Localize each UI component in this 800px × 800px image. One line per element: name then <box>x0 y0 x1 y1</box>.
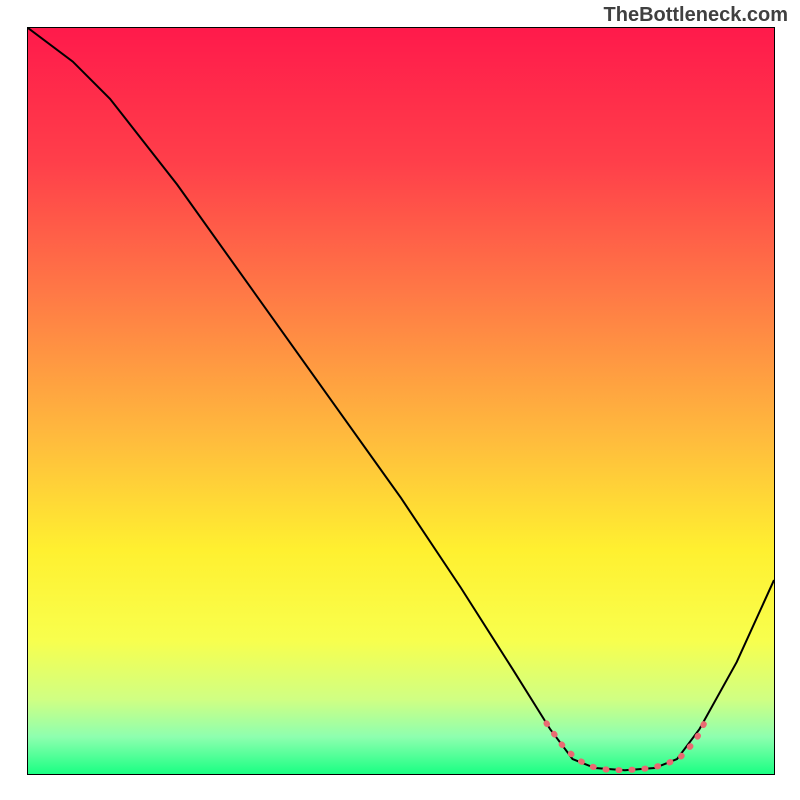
gradient-background <box>28 28 774 774</box>
watermark-text: TheBottleneck.com <box>604 4 788 27</box>
chart-svg <box>28 28 774 774</box>
chart-plot-area <box>27 27 775 775</box>
